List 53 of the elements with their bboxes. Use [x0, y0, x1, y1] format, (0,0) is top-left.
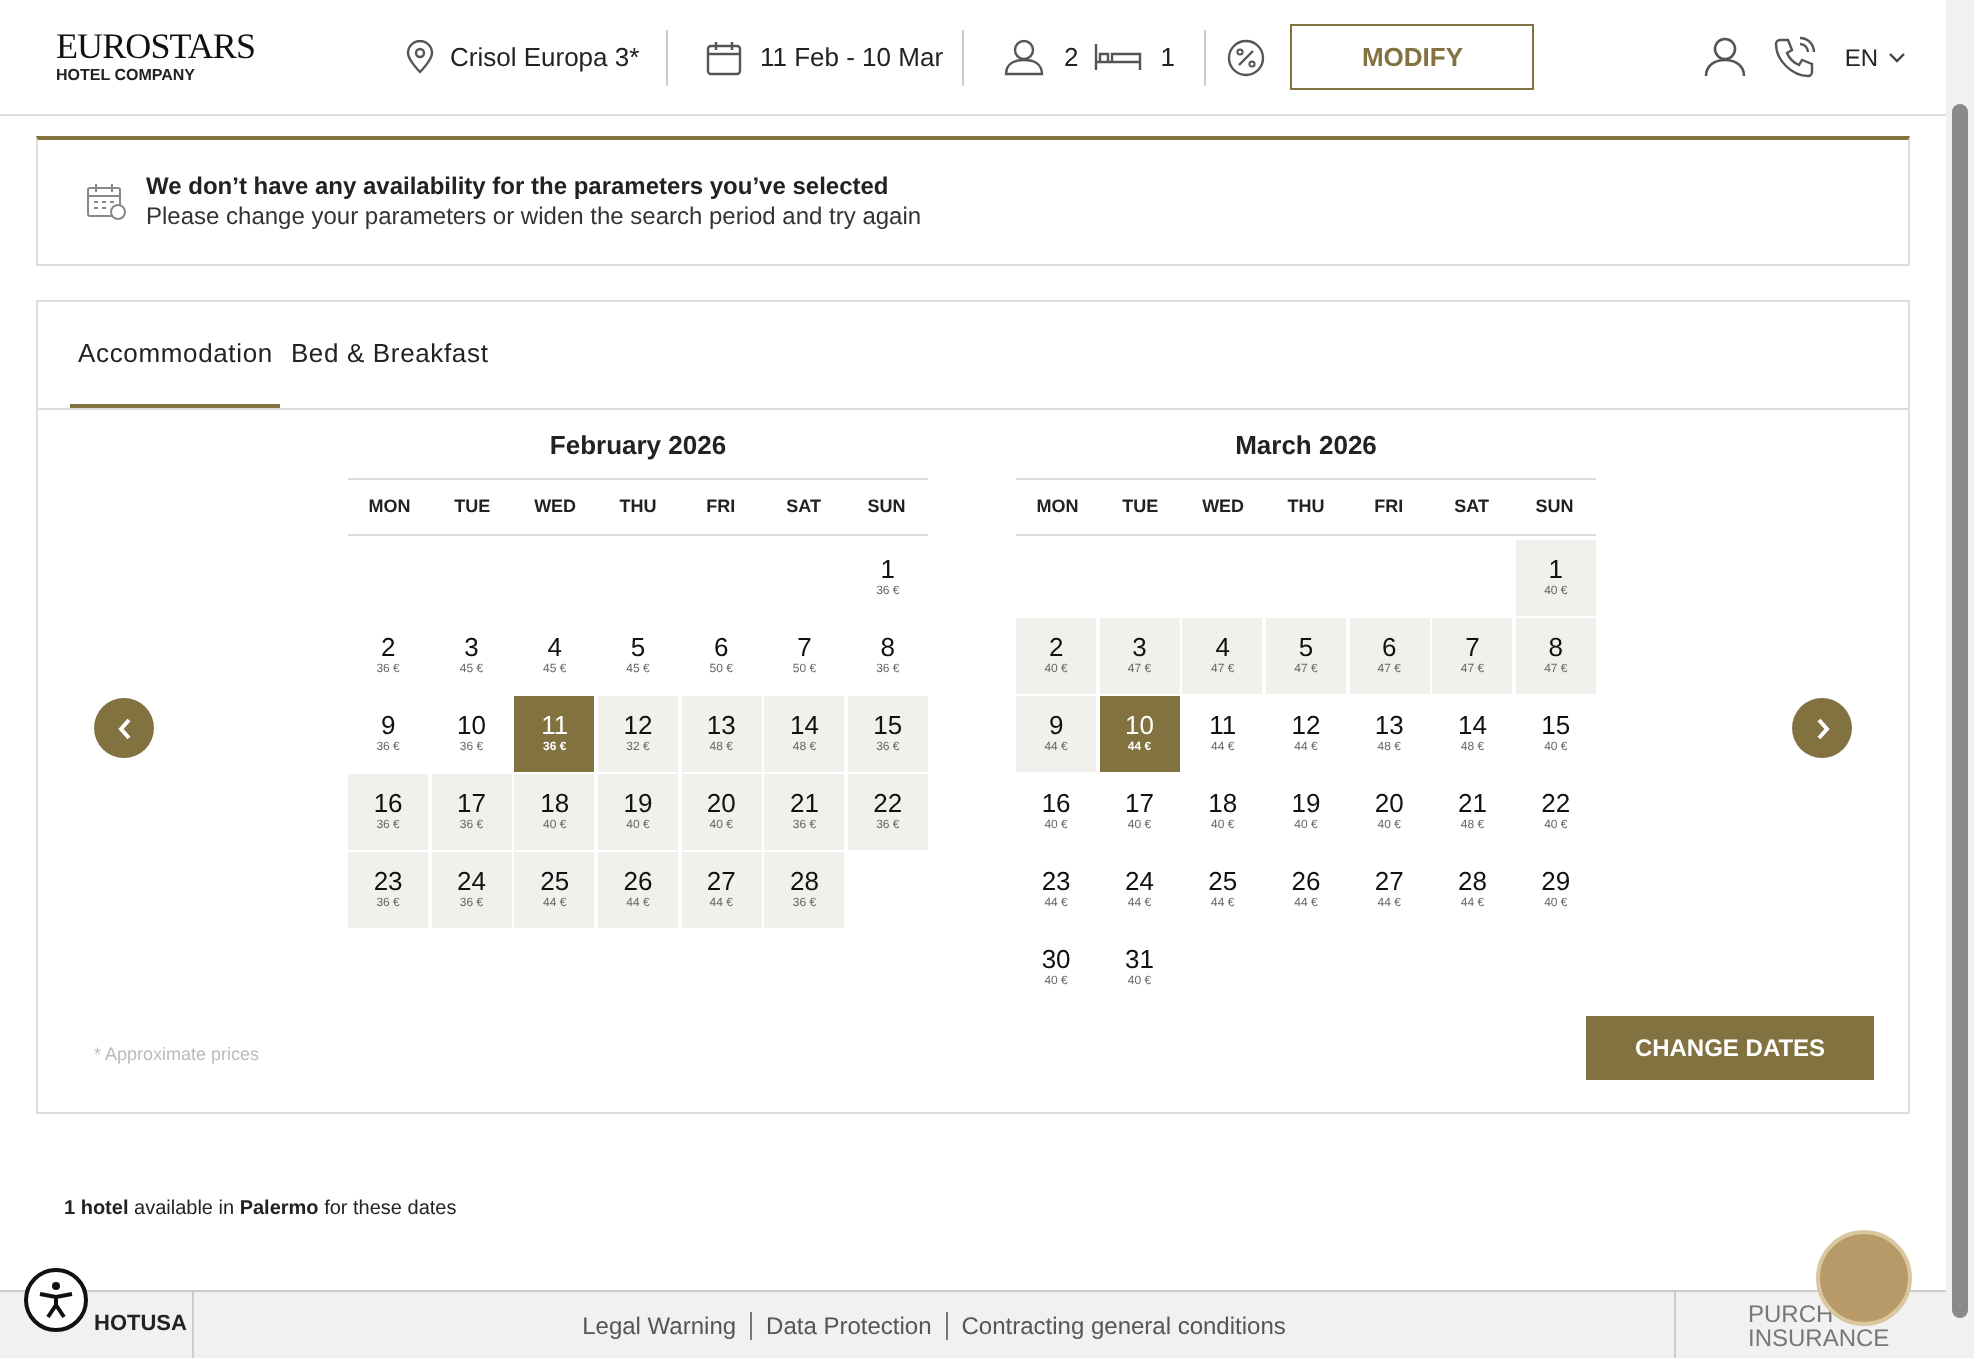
- accessibility-icon: [36, 1280, 76, 1320]
- chevron-down-icon: [1888, 51, 1906, 63]
- chevron-left-icon: [117, 717, 131, 739]
- modify-button[interactable]: MODIFY: [1290, 24, 1535, 90]
- footer-link[interactable]: Data Protection: [766, 1307, 932, 1343]
- person-icon: [1004, 38, 1044, 76]
- tab[interactable]: Accommodation: [70, 302, 281, 408]
- weekday-label: THU: [1285, 493, 1327, 520]
- language-selector[interactable]: EN: [1844, 39, 1906, 75]
- price-note: * Approximate prices: [94, 1042, 260, 1068]
- weekday-label: FRI: [1372, 493, 1406, 520]
- tab[interactable]: Bed & Breakfast: [282, 302, 497, 408]
- next-month-button[interactable]: [1792, 698, 1852, 758]
- footer-link[interactable]: Legal Warning: [582, 1307, 737, 1343]
- alert-message: Please change your parameters or widen the search period and try again: [146, 202, 922, 232]
- weekday-label: MON: [1034, 493, 1081, 520]
- weekday-label: WED: [532, 493, 579, 520]
- calendar-warning-icon: [86, 184, 126, 220]
- hotel-name[interactable]: Crisol Europa 3*: [450, 37, 666, 77]
- weekday-label: TUE: [452, 493, 493, 520]
- weekday-label: THU: [617, 493, 659, 520]
- weekday-label: FRI: [704, 493, 738, 520]
- footer-link[interactable]: Contracting general conditions: [961, 1307, 1286, 1343]
- phone-icon[interactable]: [1774, 36, 1817, 78]
- weekday-label: SUN: [1533, 493, 1576, 520]
- discount-icon[interactable]: [1226, 37, 1267, 77]
- insurance-link[interactable]: INSURANCE: [1748, 1325, 1890, 1349]
- user-icon[interactable]: [1704, 36, 1747, 78]
- month-title: February 2026: [547, 428, 729, 464]
- guest-count[interactable]: 2: [1064, 37, 1079, 77]
- weekday-label: WED: [1200, 493, 1247, 520]
- date-range[interactable]: 11 Feb - 10 Mar: [760, 37, 962, 77]
- weekday-label: SAT: [1452, 493, 1492, 520]
- alert-title: We don’t have any availability for the parameters you’ve selected: [146, 172, 891, 202]
- bed-icon: [1094, 42, 1143, 72]
- scrollbar[interactable]: [1946, 0, 1974, 1358]
- weekday-label: SAT: [784, 493, 824, 520]
- brand-logo[interactable]: HOTUSA: [94, 1308, 187, 1342]
- month-title: March 2026: [1233, 428, 1379, 464]
- accessibility-button[interactable]: [24, 1268, 88, 1332]
- calendar-icon: [706, 39, 742, 75]
- insurance-link[interactable]: PURCH: [1748, 1301, 1834, 1325]
- results-summary: 1 hotel available in Palermo for these dates: [64, 1196, 459, 1224]
- room-count[interactable]: 1: [1160, 37, 1205, 77]
- location-pin-icon: [406, 40, 434, 74]
- weekday-label: SUN: [865, 493, 908, 520]
- chevron-right-icon: [1815, 717, 1829, 739]
- change-dates-button[interactable]: CHANGE DATES: [1586, 1016, 1874, 1080]
- previous-month-button[interactable]: [94, 698, 154, 758]
- logo-name[interactable]: EUROSTARS: [56, 28, 406, 64]
- weekday-label: TUE: [1120, 493, 1161, 520]
- logo-tagline: HOTEL COMPANY: [56, 66, 197, 86]
- weekday-label: MON: [366, 493, 413, 520]
